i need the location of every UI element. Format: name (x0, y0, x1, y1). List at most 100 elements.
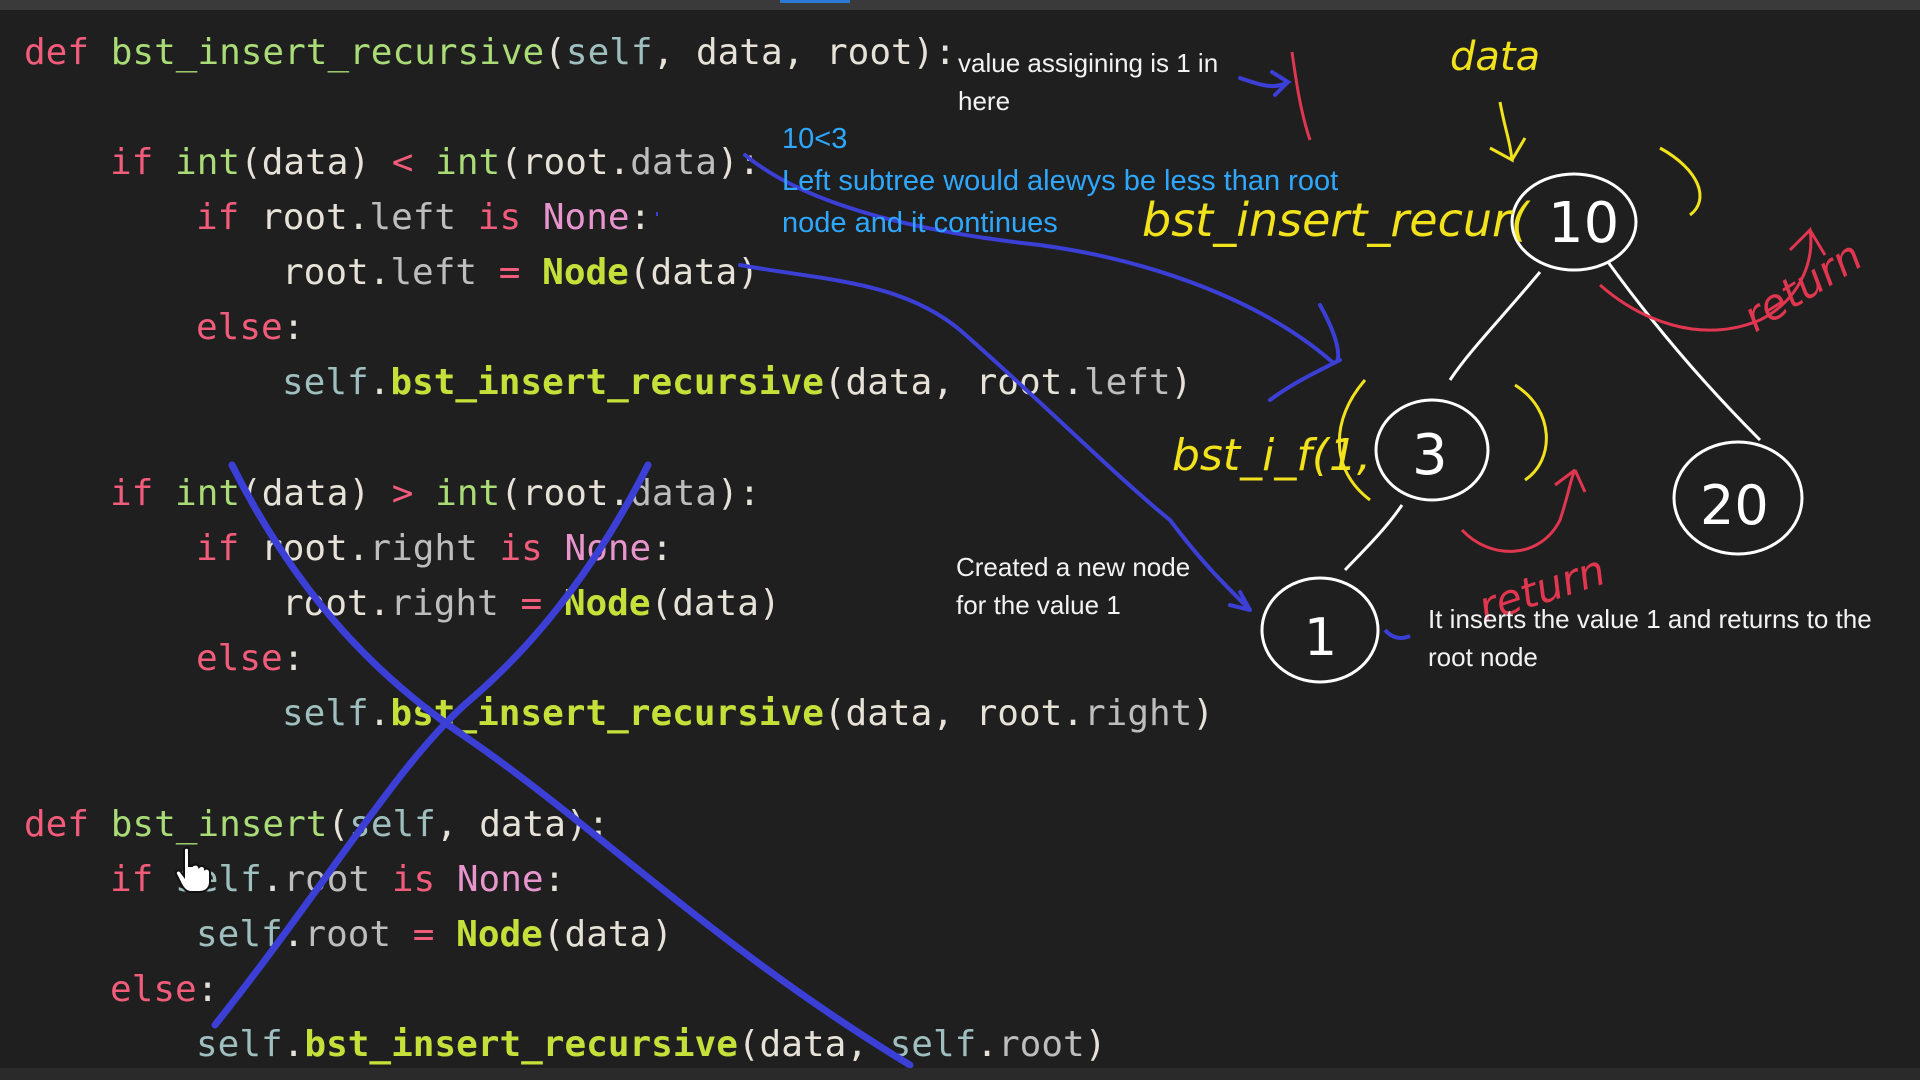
code-line[interactable]: self.root = Node(data) (24, 907, 673, 962)
code-token: = (520, 583, 543, 624)
code-token: Node (542, 252, 629, 293)
code-token: root (304, 914, 392, 955)
code-line[interactable]: else: (24, 631, 304, 686)
code-token: = (412, 914, 435, 955)
code-token: if (196, 197, 240, 238)
code-token: (root. (500, 142, 631, 183)
code-token: (data) (542, 914, 673, 955)
code-token: int (175, 142, 241, 183)
code-line[interactable]: root.right = Node(data) (24, 576, 781, 631)
code-line[interactable]: root.left = Node(data) (24, 245, 759, 300)
code-token: if (110, 142, 154, 183)
status-bar (0, 1068, 1920, 1080)
code-line[interactable]: self.bst_insert_recursive(data, self.roo… (24, 1017, 1106, 1072)
code-token: (data, root. (823, 693, 1084, 734)
code-token: root. (239, 197, 370, 238)
code-token: = (498, 252, 521, 293)
code-token: None (564, 528, 652, 569)
code-token: is (391, 859, 436, 900)
code-token: : (651, 528, 673, 569)
code-token: self (196, 914, 283, 955)
code-token: , data, root): (652, 32, 957, 73)
code-token: . (368, 693, 391, 734)
code-token: ( (327, 804, 350, 845)
code-line[interactable]: self.bst_insert_recursive(data, root.lef… (24, 355, 1192, 410)
note-created-node: Created a new node for the value 1 (956, 552, 1191, 620)
code-token: ) (1084, 1024, 1107, 1065)
code-token: (root. (500, 473, 631, 514)
code-token: . (368, 362, 391, 403)
code-token: bst_insert_recursive (110, 32, 545, 73)
code-token: : (196, 969, 219, 1010)
code-line[interactable]: else: (24, 300, 304, 355)
code-token: : (629, 197, 652, 238)
code-token: self (565, 32, 653, 73)
code-token: root (997, 1024, 1085, 1065)
code-token: bst_insert (110, 804, 328, 845)
window-top-bar (0, 0, 1920, 10)
note-value-assigning: value assigining is 1 in here (958, 48, 1219, 116)
code-line[interactable]: def bst_insert_recursive(self, data, roo… (24, 25, 956, 80)
code-line[interactable]: def bst_insert(self, data): (24, 797, 609, 852)
code-token: self (349, 804, 436, 845)
code-token: left (369, 197, 457, 238)
code-token: (data) (650, 583, 781, 624)
code-token: self (282, 693, 369, 734)
code-token: ) (1170, 362, 1193, 403)
hand-pointer-icon (174, 846, 211, 893)
code-token: : (282, 307, 305, 348)
active-tab-indicator[interactable] (780, 0, 850, 3)
code-token: > (391, 473, 414, 514)
code-token: , data): (435, 804, 610, 845)
code-token: right (369, 528, 478, 569)
code-line[interactable]: else: (24, 962, 218, 1017)
code-token: self (889, 1024, 977, 1065)
code-token: int (435, 473, 501, 514)
code-line[interactable]: if int(data) > int(root.data): (24, 466, 760, 521)
code-line[interactable]: self.bst_insert_recursive(data, root.rig… (24, 686, 1214, 741)
code-token: : (543, 859, 566, 900)
code-token: . (282, 914, 305, 955)
code-token: if (196, 528, 240, 569)
code-token: else (196, 307, 283, 348)
code-token: ): (716, 473, 761, 514)
code-token: (data, (737, 1024, 890, 1065)
code-token: root. (282, 252, 391, 293)
code-token: ( (544, 32, 566, 73)
code-token: root. (239, 528, 370, 569)
note-inserts-value: It inserts the value 1 and returns to th… (1428, 604, 1872, 672)
code-token: self (282, 362, 369, 403)
code-line[interactable]: if self.root is None: (24, 852, 565, 907)
code-token: root. (282, 583, 391, 624)
code-line[interactable]: if int(data) < int(root.data): (24, 135, 760, 190)
code-line[interactable]: if root.right is None: (24, 521, 673, 576)
code-token: is (499, 528, 543, 569)
code-token: if (110, 859, 154, 900)
code-token: : (282, 638, 305, 679)
code-token: int (435, 142, 501, 183)
code-token: (data) (240, 142, 392, 183)
code-token: bst_insert_recursive (304, 1024, 738, 1065)
code-line[interactable]: if root.left is None: (24, 190, 651, 245)
code-token: is (477, 197, 522, 238)
code-token: def (24, 32, 90, 73)
code-token: right (1083, 693, 1193, 734)
code-token: ) (1192, 693, 1215, 734)
code-token: left (1083, 362, 1171, 403)
